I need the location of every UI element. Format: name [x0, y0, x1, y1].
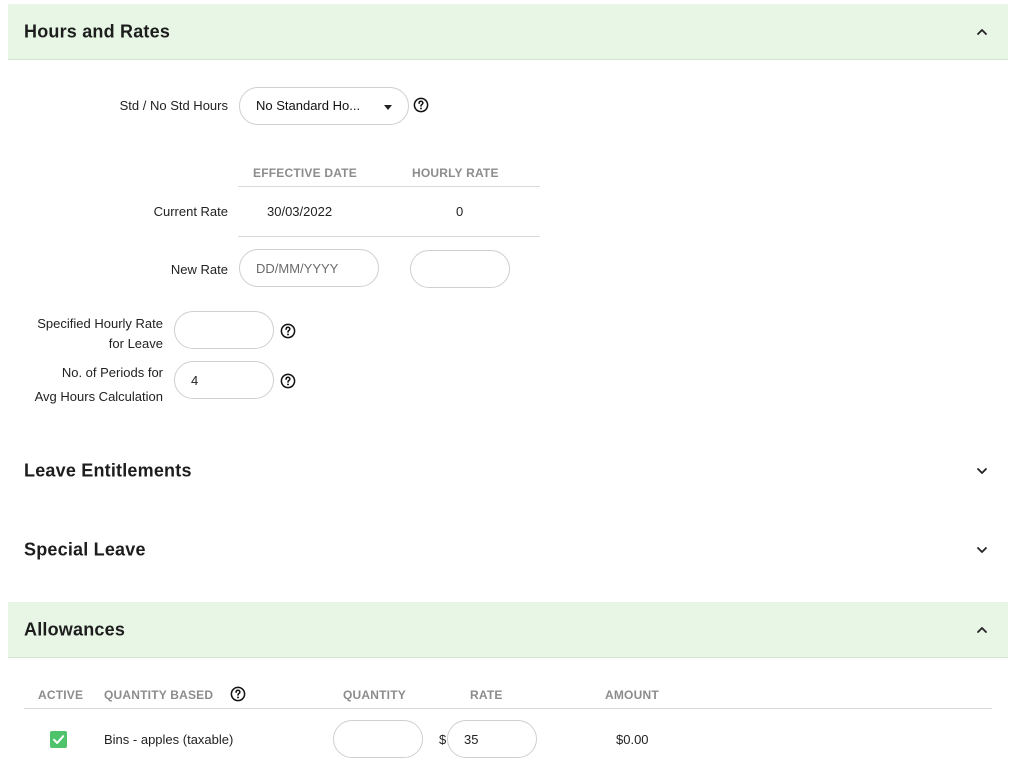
caret-down-icon [384, 105, 392, 110]
allowances-header[interactable]: Allowances [8, 602, 1008, 658]
current-rate-label: Current Rate [153, 204, 228, 219]
leave-entitlements-header[interactable]: Leave Entitlements [8, 446, 1008, 496]
periods-label-line2: Avg Hours Calculation [34, 389, 163, 404]
allowances-title: Allowances [24, 619, 126, 639]
hours-rates-title: Hours and Rates [24, 21, 171, 41]
specified-rate-input[interactable] [174, 311, 274, 349]
periods-label: No. of Periods for Avg Hours Calculation [10, 361, 163, 409]
divider [238, 186, 540, 187]
chevron-down-icon[interactable] [974, 542, 990, 558]
new-rate-rate-input[interactable] [410, 250, 510, 288]
active-column-header: ACTIVE [38, 688, 84, 702]
divider [238, 236, 540, 237]
specified-rate-label-line1: Specified Hourly Rate [37, 316, 163, 331]
allowance-rate-input[interactable] [447, 720, 537, 758]
divider [24, 708, 992, 709]
std-hours-select[interactable]: No Standard Ho... [239, 87, 409, 125]
specified-rate-label-line2: for Leave [108, 336, 163, 351]
leave-entitlements-title: Leave Entitlements [24, 460, 192, 481]
specified-rate-label: Specified Hourly Rate for Leave [10, 314, 163, 354]
hours-rates-header[interactable]: Hours and Rates [8, 4, 1008, 60]
periods-input[interactable] [174, 361, 274, 399]
allowance-quantity-input[interactable] [333, 720, 423, 758]
periods-label-line1: No. of Periods for [61, 365, 163, 380]
help-icon[interactable] [280, 323, 296, 339]
currency-symbol: $ [439, 732, 447, 747]
current-rate-date: 30/03/2022 [267, 204, 333, 219]
quantity-based-column-header: QUANTITY BASED [104, 688, 214, 702]
hourly-rate-header: HOURLY RATE [412, 166, 499, 180]
chevron-down-icon[interactable] [974, 463, 990, 479]
effective-date-header: EFFECTIVE DATE [253, 166, 357, 180]
allowance-amount: $0.00 [616, 732, 649, 747]
new-rate-date-input[interactable] [239, 249, 379, 287]
active-checkbox[interactable] [50, 731, 67, 748]
new-rate-label: New Rate [170, 262, 228, 277]
allowance-name: Bins - apples (taxable) [104, 732, 234, 747]
help-icon[interactable] [280, 373, 296, 389]
special-leave-title: Special Leave [24, 539, 146, 560]
help-icon[interactable] [230, 686, 246, 702]
chevron-up-icon[interactable] [974, 24, 990, 40]
check-icon [53, 735, 65, 744]
std-hours-label: Std / No Std Hours [119, 98, 228, 113]
rate-column-header: RATE [470, 688, 503, 702]
amount-column-header: AMOUNT [605, 688, 659, 702]
chevron-up-icon[interactable] [974, 622, 990, 638]
special-leave-header[interactable]: Special Leave [8, 525, 1008, 575]
current-rate-value: 0 [456, 204, 464, 219]
std-hours-selected: No Standard Ho... [256, 98, 361, 113]
help-icon[interactable] [413, 97, 429, 113]
quantity-column-header: QUANTITY [343, 688, 406, 702]
